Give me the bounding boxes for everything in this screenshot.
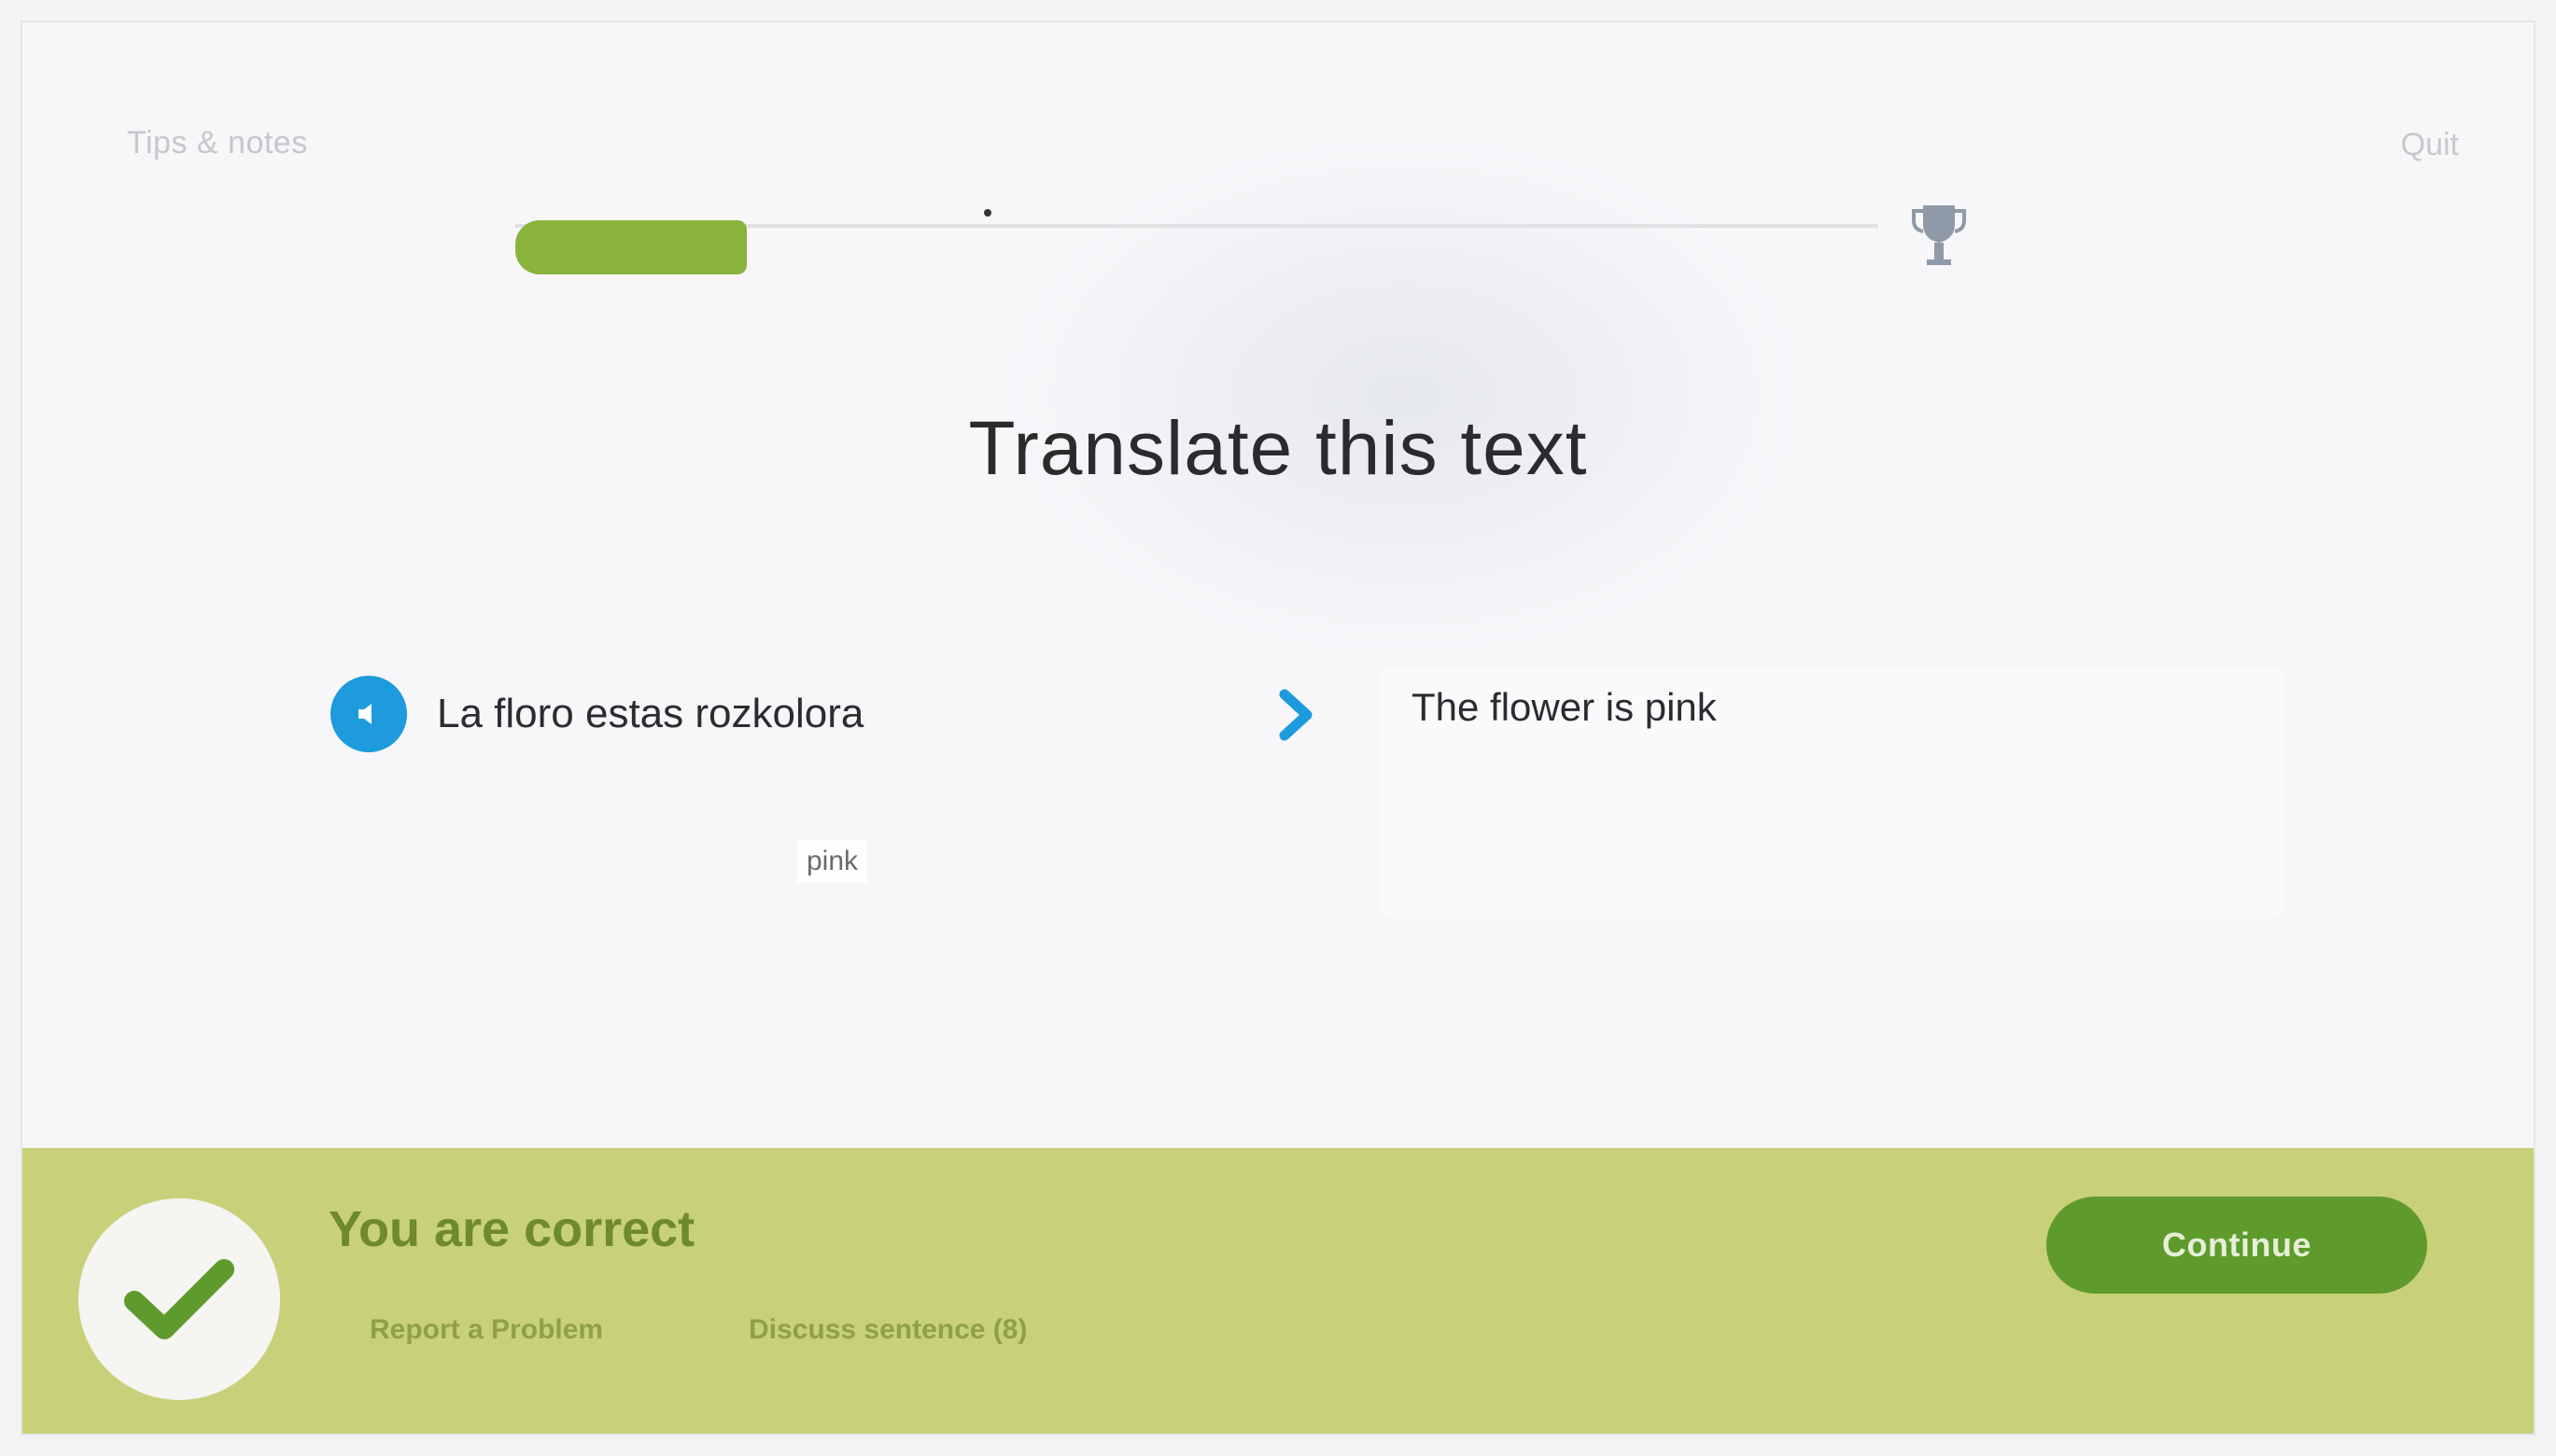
report-problem-link[interactable]: Report a Problem bbox=[370, 1314, 603, 1346]
speaker-glyph-icon bbox=[358, 704, 372, 724]
trophy-icon bbox=[1912, 205, 1966, 265]
chevron-right-icon bbox=[1279, 689, 1313, 741]
answer-input[interactable]: The flower is pink bbox=[1378, 666, 2283, 918]
source-text: La floro estas rozkolora bbox=[437, 691, 864, 736]
check-icon bbox=[124, 1259, 234, 1339]
progress-marker bbox=[984, 209, 991, 217]
source-sentence: La floro estas rozkolora bbox=[330, 676, 864, 752]
discuss-sentence-link[interactable]: Discuss sentence (8) bbox=[749, 1314, 1027, 1346]
quit-link[interactable]: Quit bbox=[2401, 127, 2459, 163]
result-footer: You are correct Report a Problem Discuss… bbox=[22, 1148, 2534, 1434]
speaker-icon[interactable] bbox=[330, 676, 407, 752]
lesson-frame: Tips & notes Quit Translate this text La… bbox=[21, 21, 2535, 1435]
lesson-progress bbox=[515, 192, 1966, 278]
result-title: You are correct bbox=[329, 1201, 695, 1257]
result-badge bbox=[78, 1198, 280, 1400]
hint-tooltip: pink bbox=[797, 840, 868, 883]
prompt-title: Translate this text bbox=[968, 406, 1588, 491]
tips-notes-link[interactable]: Tips & notes bbox=[127, 125, 308, 161]
progress-fill bbox=[515, 220, 747, 274]
answer-text: The flower is pink bbox=[1411, 685, 1717, 729]
continue-button[interactable]: Continue bbox=[2046, 1197, 2427, 1294]
